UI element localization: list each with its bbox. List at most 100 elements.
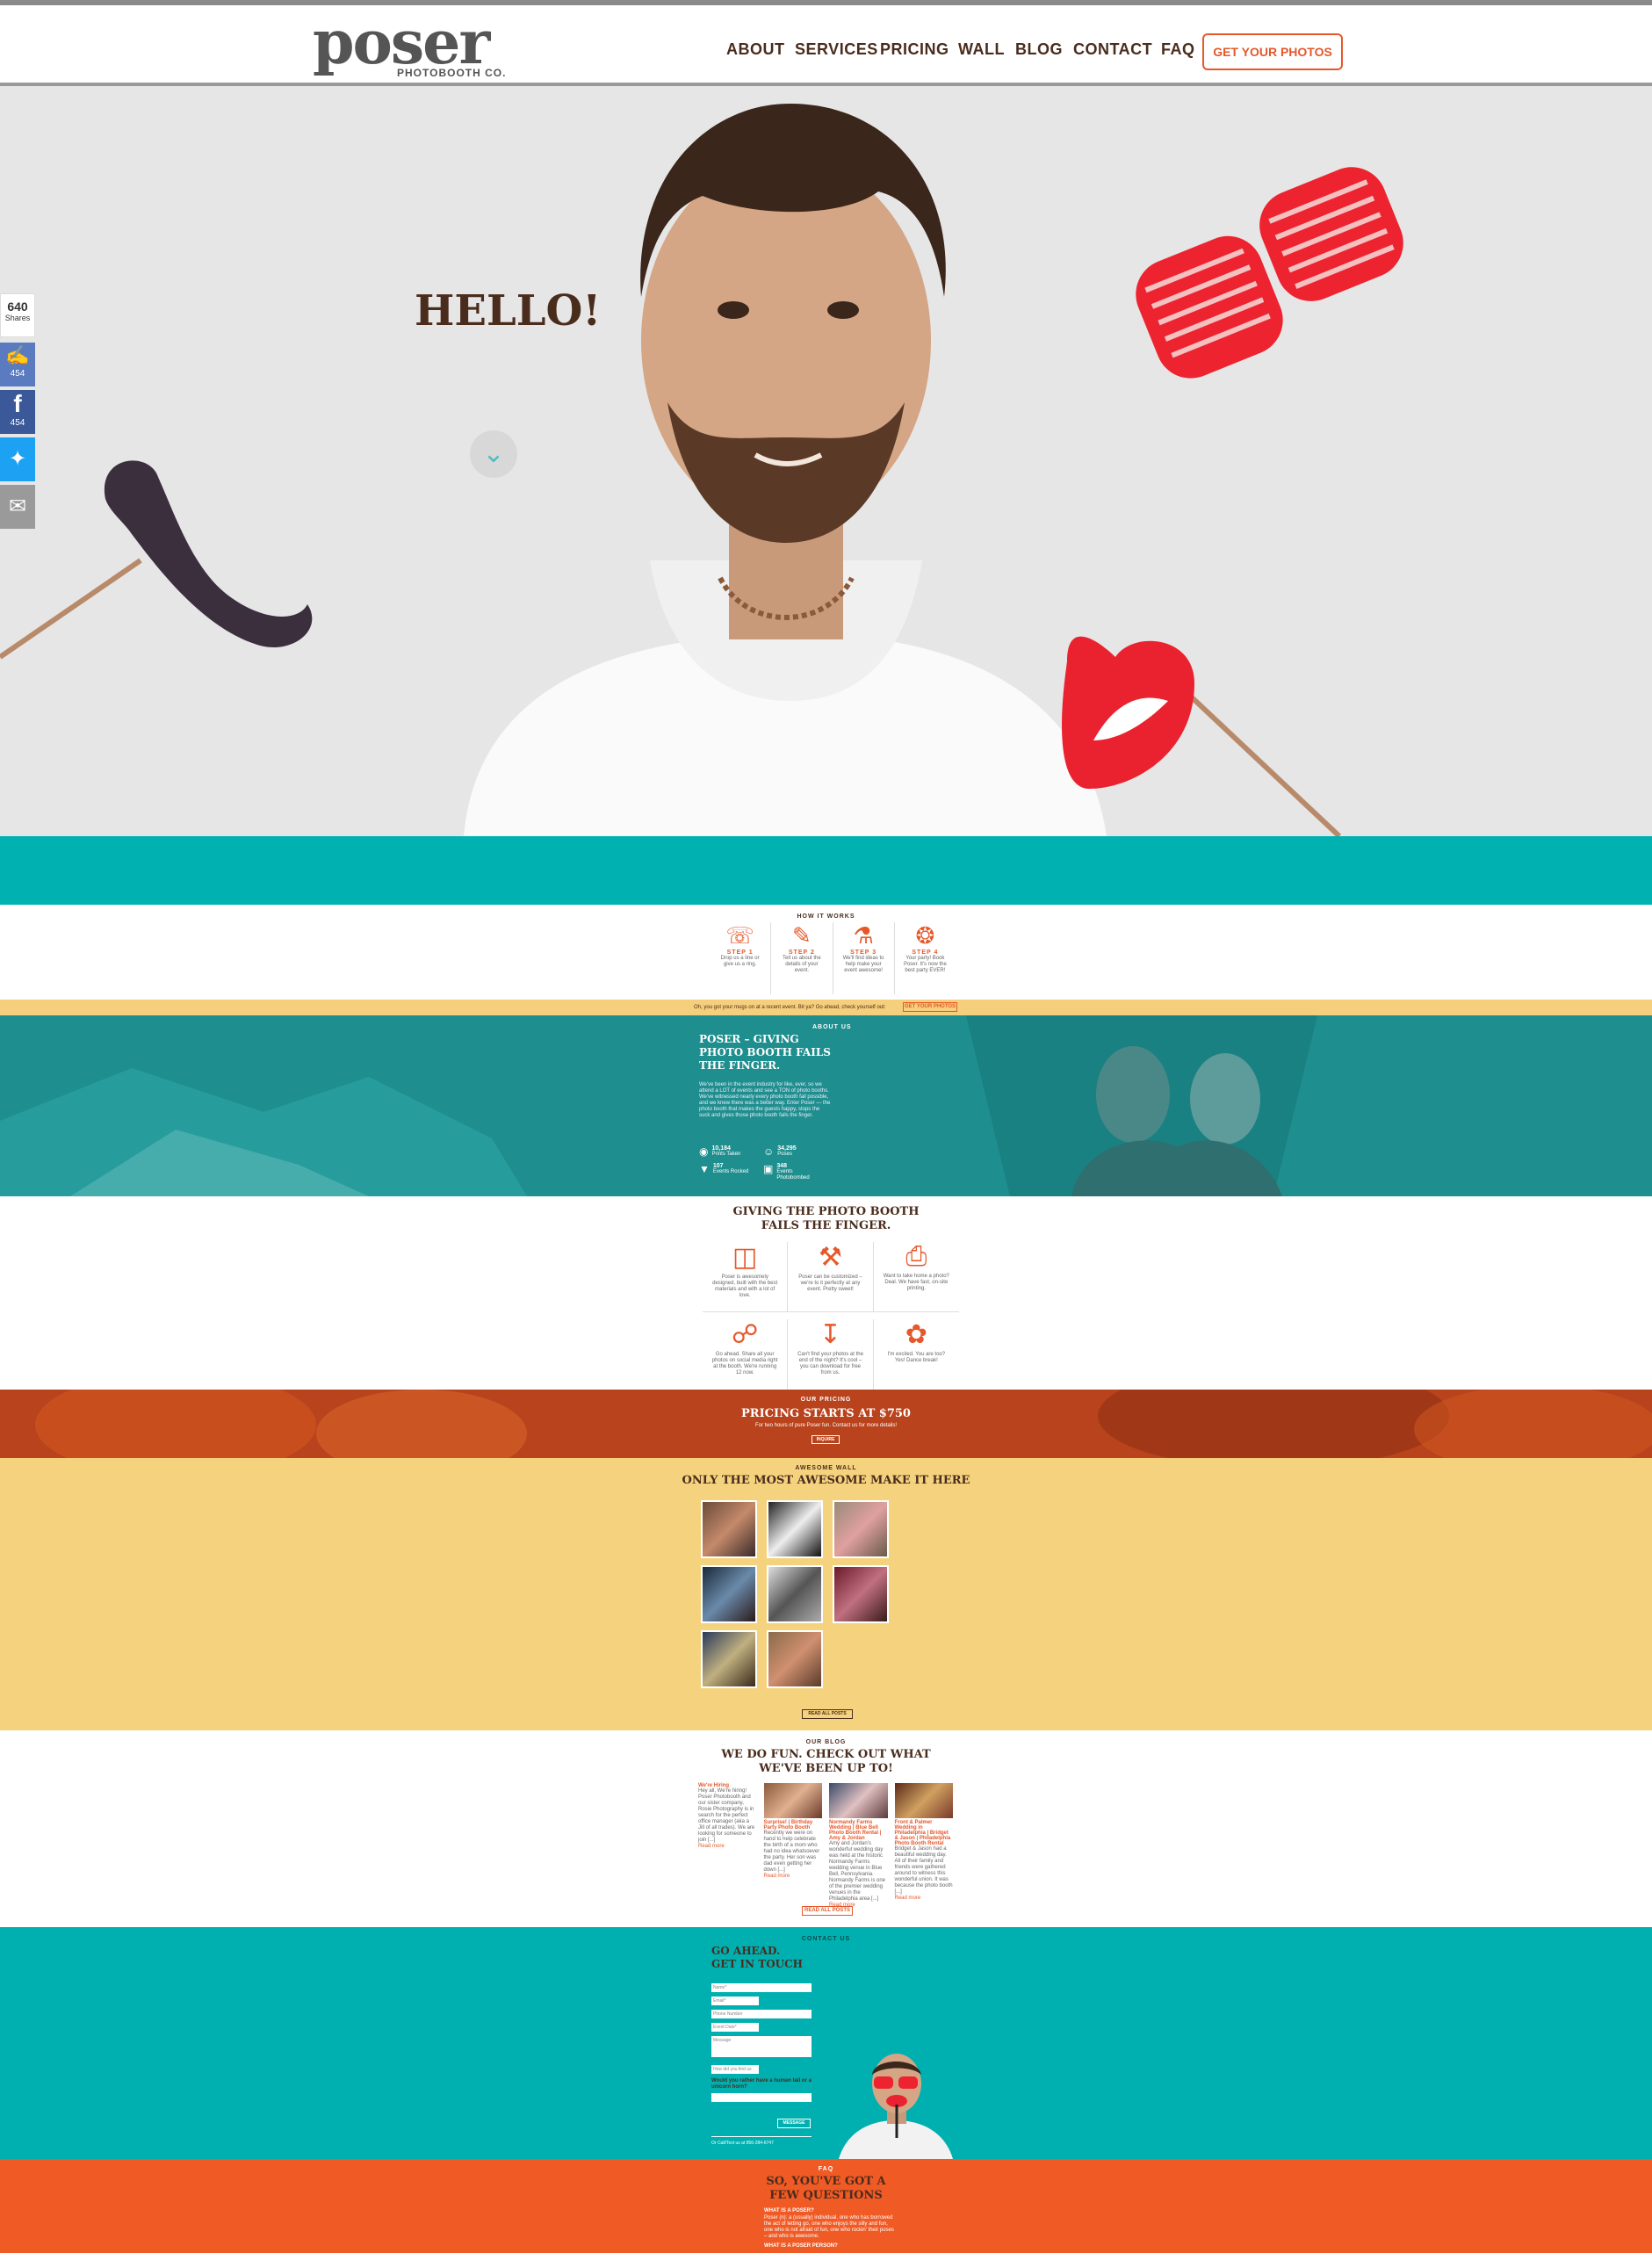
logo-subtitle: PHOTOBOOTH CO. <box>397 67 507 79</box>
event-date-field[interactable]: Event Date* <box>711 2023 759 2032</box>
pricing-title: PRICING STARTS AT $750 <box>741 1407 911 1420</box>
faq-kicker: FAQ <box>818 2166 834 2172</box>
faq-title: SO, YOU'VE GOT A FEW QUESTIONS <box>766 2175 886 2202</box>
wall-photo[interactable] <box>833 1565 889 1623</box>
nav-faq[interactable]: FAQ <box>1161 40 1195 59</box>
how-it-works-section: HOW IT WORKS ☏ STEP 1 Drop us a line or … <box>0 905 1652 1000</box>
how-found-select[interactable]: How did you find us <box>711 2065 759 2074</box>
step-1-text: Drop us a line or give us a ring. <box>720 956 760 967</box>
wall-photo[interactable] <box>767 1565 823 1623</box>
pricing-section: OUR PRICING PRICING STARTS AT $750 For t… <box>0 1390 1652 1458</box>
facebook-share-button[interactable]: f 454 <box>0 390 35 434</box>
chat-icon: ✎ <box>791 922 812 949</box>
site-header: poser PHOTOBOOTH CO. ABOUT SERVICES PRIC… <box>0 0 1652 86</box>
blog-post[interactable]: We're Hiring Hey all, We're hiring! Pose… <box>698 1783 757 1909</box>
get-photos-button[interactable]: GET YOUR PHOTOS <box>1202 33 1343 70</box>
tools-icon: ⚒ <box>819 1243 842 1272</box>
message-submit-button[interactable]: MESSAGE <box>777 2119 811 2128</box>
booth-icon: ◫ <box>732 1243 758 1272</box>
nav-pricing[interactable]: PRICING <box>880 40 949 59</box>
read-more-link[interactable]: Read more <box>764 1874 823 1880</box>
step-2-title: STEP 2 <box>788 950 815 956</box>
contact-title: GO AHEAD. GET IN TOUCH <box>711 1945 803 1970</box>
blog-kicker: OUR BLOG <box>805 1739 847 1745</box>
stat-value: 34,295 <box>777 1145 797 1152</box>
post-image[interactable] <box>894 1783 953 1818</box>
contact-section: CONTACT US GO AHEAD. GET IN TOUCH Name* … <box>0 1927 1652 2159</box>
email-field[interactable]: Email* <box>711 1997 759 2005</box>
mustache-prop <box>0 460 313 660</box>
features-title: GIVING THE PHOTO BOOTH FAILS THE FINGER. <box>732 1205 920 1232</box>
stat-value: 10,184 <box>711 1145 731 1152</box>
stat-value: 348 <box>776 1163 788 1169</box>
post-title[interactable]: Surprise! | Birthday Party Photo Booth <box>764 1820 823 1831</box>
faq-question-1[interactable]: WHAT IS A POSER? <box>764 2208 814 2213</box>
blog-title: WE DO FUN. CHECK OUT WHAT WE'VE BEEN UP … <box>721 1748 931 1775</box>
promo-strip: Oh, you got your mugs on at a recent eve… <box>0 1000 1652 1015</box>
step-4-text: Your party! Book Poser. It's now the bes… <box>903 956 947 973</box>
feature-4-text: Go ahead. Share all your photos on socia… <box>711 1352 778 1376</box>
name-field[interactable]: Name* <box>711 1983 812 1992</box>
wall-photo[interactable] <box>767 1500 823 1558</box>
wall-photo[interactable] <box>833 1500 889 1558</box>
post-image[interactable] <box>829 1783 888 1818</box>
blog-post[interactable]: Surprise! | Birthday Party Photo Booth R… <box>763 1783 823 1909</box>
post-excerpt: Bridget & Jason had a beautiful wedding … <box>894 1846 953 1895</box>
faq-question-2[interactable]: WHAT IS A POSER PERSON? <box>764 2243 838 2249</box>
nav-blog[interactable]: BLOG <box>1015 40 1063 59</box>
hero-person-image <box>464 104 1107 836</box>
about-section: ABOUT US POSER – GIVING PHOTO BOOTH FAIL… <box>0 1015 1652 1196</box>
nav-about[interactable]: ABOUT <box>726 40 785 59</box>
hero: HELLO! ⌄ <box>0 86 1652 836</box>
nav-services[interactable]: SERVICES <box>795 40 878 59</box>
feature-1-text: Poser is awesomely designed, built with … <box>712 1275 778 1298</box>
wall-section: AWESOME WALL ONLY THE MOST AWESOME MAKE … <box>0 1458 1652 1730</box>
faq-section: FAQ SO, YOU'VE GOT A FEW QUESTIONS WHAT … <box>0 2159 1652 2253</box>
blog-section: OUR BLOG WE DO FUN. CHECK OUT WHAT WE'VE… <box>0 1730 1652 1927</box>
wall-photo[interactable] <box>767 1630 823 1688</box>
message-field[interactable]: Message <box>711 2036 812 2057</box>
download-icon: ↧ <box>819 1320 842 1349</box>
cocktail-icon: ▼ <box>699 1163 710 1175</box>
faq-answer-1: Poser (n): a (usually) individual, one w… <box>764 2215 894 2239</box>
nav-contact[interactable]: CONTACT <box>1073 40 1152 59</box>
blog-post[interactable]: Normandy Farms Wedding | Blue Bell Photo… <box>829 1783 888 1909</box>
like-button[interactable]: ✍ 454 <box>0 343 35 386</box>
phone-field[interactable]: Phone Number <box>711 2010 812 2018</box>
wall-read-all-button[interactable]: READ ALL POSTS <box>802 1709 853 1719</box>
pricing-subtitle: For two hours of pure Poser fun. Contact… <box>754 1423 898 1428</box>
chevron-down-icon[interactable]: ⌄ <box>470 430 517 478</box>
glasses-prop <box>1136 167 1403 379</box>
promo-get-photos-button[interactable]: GET YOUR PHOTOS <box>903 1002 957 1012</box>
smile-icon: ☺ <box>763 1145 775 1158</box>
feature-6-text: I'm excited. You are too? Yes! Dance bre… <box>887 1352 946 1363</box>
twitter-share-button[interactable]: ✦ <box>0 437 35 481</box>
question-field[interactable] <box>711 2093 812 2102</box>
phone-icon: ☏ <box>725 922 754 949</box>
post-title[interactable]: Front & Palmer Wedding in Philadelphia |… <box>895 1820 954 1846</box>
post-excerpt: Recently we were on hand to help celebra… <box>763 1831 820 1873</box>
email-share-button[interactable]: ✉ <box>0 485 35 529</box>
read-more-link[interactable]: Read more <box>895 1896 954 1902</box>
step-2-text: Tell us about the details of your event. <box>783 956 821 973</box>
logo[interactable]: poser <box>313 13 490 73</box>
post-title[interactable]: Normandy Farms Wedding | Blue Bell Photo… <box>829 1820 888 1841</box>
wall-photo[interactable] <box>701 1630 757 1688</box>
stat-photobombed: ▣ 348 Events Photobombed <box>763 1163 822 1181</box>
blog-post[interactable]: Front & Palmer Wedding in Philadelphia |… <box>894 1783 954 1909</box>
post-image[interactable] <box>763 1783 822 1818</box>
blog-read-all-button[interactable]: READ ALL POSTS <box>802 1906 853 1916</box>
hero-title: HELLO! <box>415 286 602 336</box>
about-stats: ◉ 10,184 Prints Taken ☺ 34,295 Poses ▼ 107 Eve… <box>699 1145 822 1181</box>
nav-wall[interactable]: WALL <box>958 40 1005 59</box>
features-section: GIVING THE PHOTO BOOTH FAILS THE FINGER.… <box>0 1196 1652 1390</box>
wall-photo[interactable] <box>701 1565 757 1623</box>
contact-person-image <box>839 2054 953 2159</box>
contact-question: Would you rather have a human tail or a … <box>711 2078 812 2090</box>
email-icon: ✉ <box>8 495 27 518</box>
feature-1: ◫ Poser is awesomely designed, built with… <box>703 1242 789 1312</box>
wall-photo[interactable] <box>701 1500 757 1558</box>
read-more-link[interactable]: Read more <box>698 1844 757 1850</box>
share-icon: ☍ <box>731 1320 759 1349</box>
inquire-button[interactable]: INQUIRE <box>812 1435 840 1444</box>
